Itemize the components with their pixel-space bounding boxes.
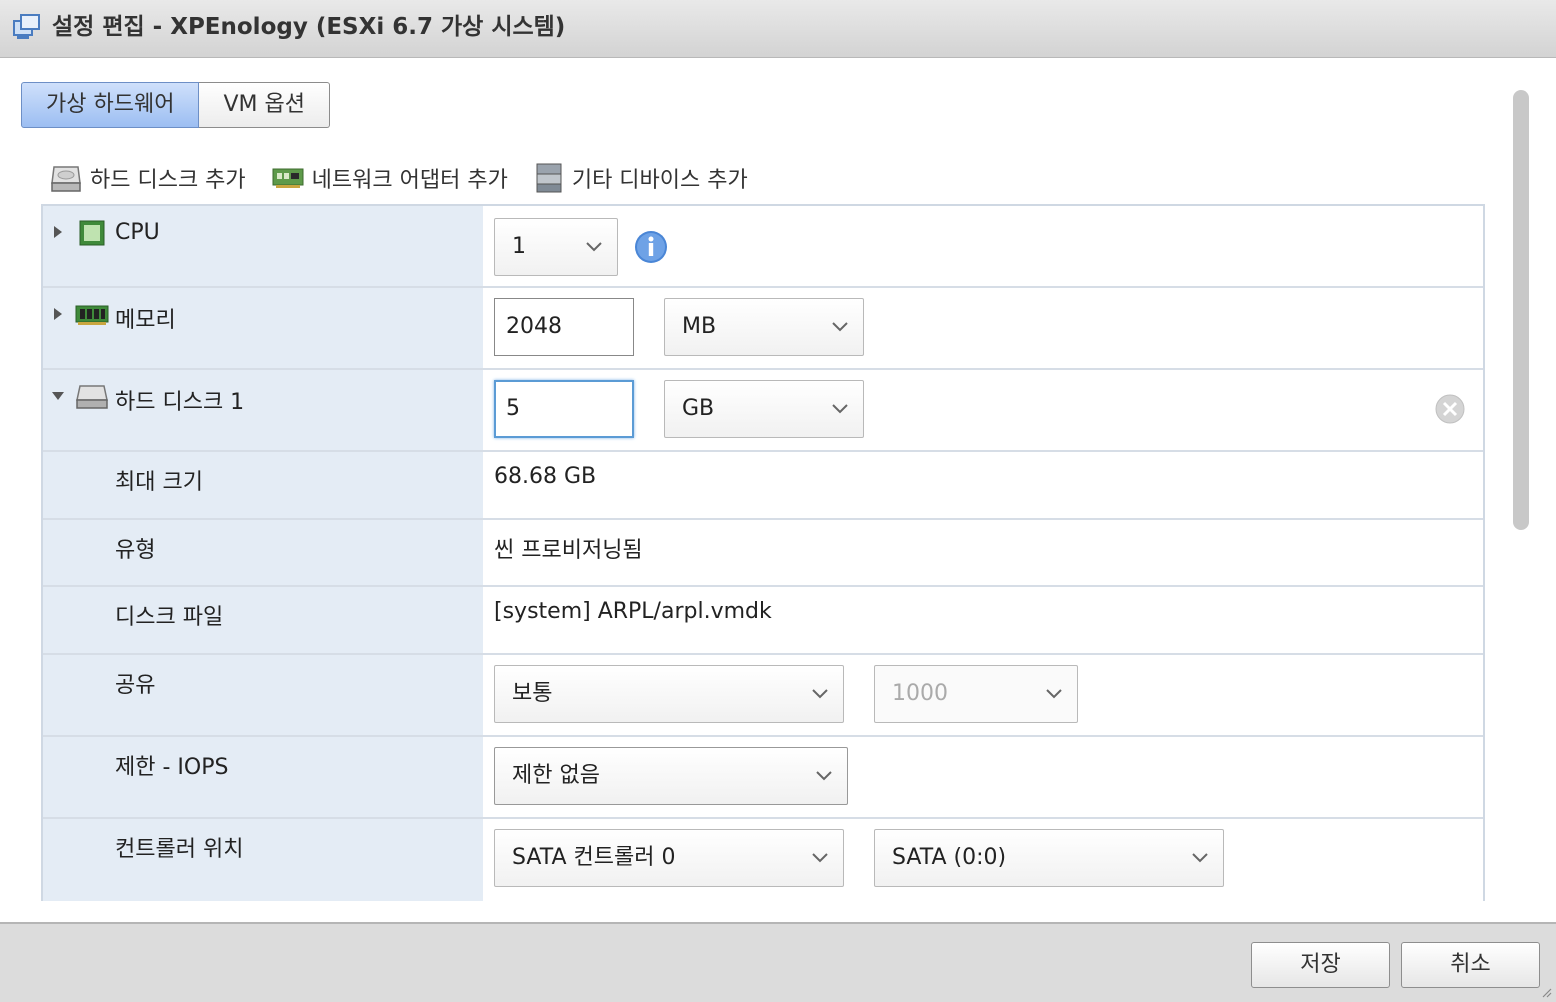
cpu-count-value: 1 — [512, 234, 526, 259]
type-label: 유형 — [115, 538, 156, 563]
limit-iops-label: 제한 - IOPS — [115, 755, 229, 780]
add-network-adapter-label: 네트워크 어댑터 추가 — [311, 168, 508, 193]
controller-slot-select[interactable]: SATA (0:0) — [874, 829, 1224, 887]
add-network-adapter-button[interactable]: 네트워크 어댑터 추가 — [272, 162, 508, 194]
add-hard-disk-label: 하드 디스크 추가 — [90, 168, 246, 193]
chevron-down-icon — [586, 242, 602, 252]
chevron-down-icon — [1192, 853, 1208, 863]
hard-disk-unit-value: GB — [682, 396, 715, 421]
dialog-footer: 저장 취소 — [0, 922, 1556, 1002]
disk-file-value: [system] ARPL/arpl.vmdk — [494, 599, 772, 624]
device-toolbar: 하드 디스크 추가 네트워크 어댑터 추가 기타 디바이스 추가 — [50, 158, 774, 198]
table-row-controller-location: 컨트롤러 위치 SATA 컨트롤러 0 SATA (0:0) — [43, 819, 1483, 901]
chevron-down-icon — [832, 322, 848, 332]
remove-device-icon[interactable] — [1435, 394, 1465, 424]
hardware-table: CPU 1 메모리 2048 MB 하드 디스크 1 5 GB 최대 크기 68… — [41, 204, 1485, 901]
other-device-icon — [536, 163, 562, 193]
controller-location-label: 컨트롤러 위치 — [115, 837, 244, 862]
shares-value: 1000 — [892, 681, 948, 706]
add-hard-disk-button[interactable]: 하드 디스크 추가 — [50, 162, 246, 194]
shares-level-value: 보통 — [512, 681, 553, 706]
add-other-device-button[interactable]: 기타 디바이스 추가 — [534, 162, 748, 194]
controller-select[interactable]: SATA 컨트롤러 0 — [494, 829, 844, 887]
collapse-hard-disk-icon[interactable] — [52, 392, 64, 400]
expand-memory-icon[interactable] — [54, 308, 62, 320]
table-row-max-size: 최대 크기 68.68 GB — [43, 452, 1483, 520]
memory-icon — [75, 305, 109, 325]
max-size-value: 68.68 GB — [494, 464, 597, 489]
tab-bar: 가상 하드웨어 VM 옵션 — [21, 82, 330, 128]
save-button[interactable]: 저장 — [1251, 942, 1390, 988]
limit-iops-value: 제한 없음 — [512, 763, 600, 788]
table-row-limit-iops: 제한 - IOPS 제한 없음 — [43, 737, 1483, 819]
hard-disk-unit-select[interactable]: GB — [664, 380, 864, 438]
info-icon[interactable] — [634, 230, 668, 264]
chevron-down-icon — [832, 404, 848, 414]
title-bar: 설정 편집 - XPEnology (ESXi 6.7 가상 시스템) — [0, 0, 1556, 58]
hard-disk-icon — [51, 166, 81, 192]
cancel-button[interactable]: 취소 — [1401, 942, 1540, 988]
table-row-memory: 메모리 2048 MB — [43, 288, 1483, 370]
add-other-device-label: 기타 디바이스 추가 — [571, 168, 748, 193]
memory-unit-value: MB — [682, 314, 717, 339]
resize-grip-icon[interactable] — [1540, 986, 1552, 998]
limit-iops-select[interactable]: 제한 없음 — [494, 747, 848, 805]
shares-level-select[interactable]: 보통 — [494, 665, 844, 723]
vertical-scrollbar[interactable] — [1513, 90, 1529, 530]
type-value: 씬 프로비저닝됨 — [494, 538, 643, 563]
chevron-down-icon — [812, 689, 828, 699]
max-size-label: 최대 크기 — [115, 470, 203, 495]
memory-size-input[interactable]: 2048 — [494, 298, 634, 356]
table-row-shares: 공유 보통 1000 — [43, 655, 1483, 737]
shares-value-select: 1000 — [874, 665, 1078, 723]
network-adapter-icon — [272, 168, 304, 188]
tab-virtual-hardware[interactable]: 가상 하드웨어 — [21, 82, 200, 128]
hard-disk-size-input[interactable]: 5 — [494, 380, 634, 438]
chevron-down-icon — [816, 771, 832, 781]
hard-disk-icon — [76, 385, 108, 409]
memory-label: 메모리 — [115, 308, 176, 333]
shares-label: 공유 — [115, 673, 156, 698]
table-row-disk-file: 디스크 파일 [system] ARPL/arpl.vmdk — [43, 587, 1483, 655]
expand-cpu-icon[interactable] — [54, 226, 62, 238]
chevron-down-icon — [1046, 689, 1062, 699]
tab-vm-options[interactable]: VM 옵션 — [199, 82, 330, 128]
cpu-icon — [79, 220, 105, 246]
cpu-count-select[interactable]: 1 — [494, 218, 618, 276]
hard-disk-label: 하드 디스크 1 — [115, 390, 245, 415]
controller-value: SATA 컨트롤러 0 — [512, 845, 676, 870]
cpu-label: CPU — [115, 220, 160, 245]
memory-unit-select[interactable]: MB — [664, 298, 864, 356]
controller-slot-value: SATA (0:0) — [892, 845, 1007, 870]
table-row-type: 유형 씬 프로비저닝됨 — [43, 520, 1483, 587]
chevron-down-icon — [812, 853, 828, 863]
vm-settings-icon — [13, 14, 40, 39]
dialog-title: 설정 편집 - XPEnology (ESXi 6.7 가상 시스템) — [52, 14, 566, 40]
table-row-hard-disk: 하드 디스크 1 5 GB — [43, 370, 1483, 452]
table-row-cpu: CPU 1 — [43, 206, 1483, 288]
disk-file-label: 디스크 파일 — [115, 605, 224, 630]
